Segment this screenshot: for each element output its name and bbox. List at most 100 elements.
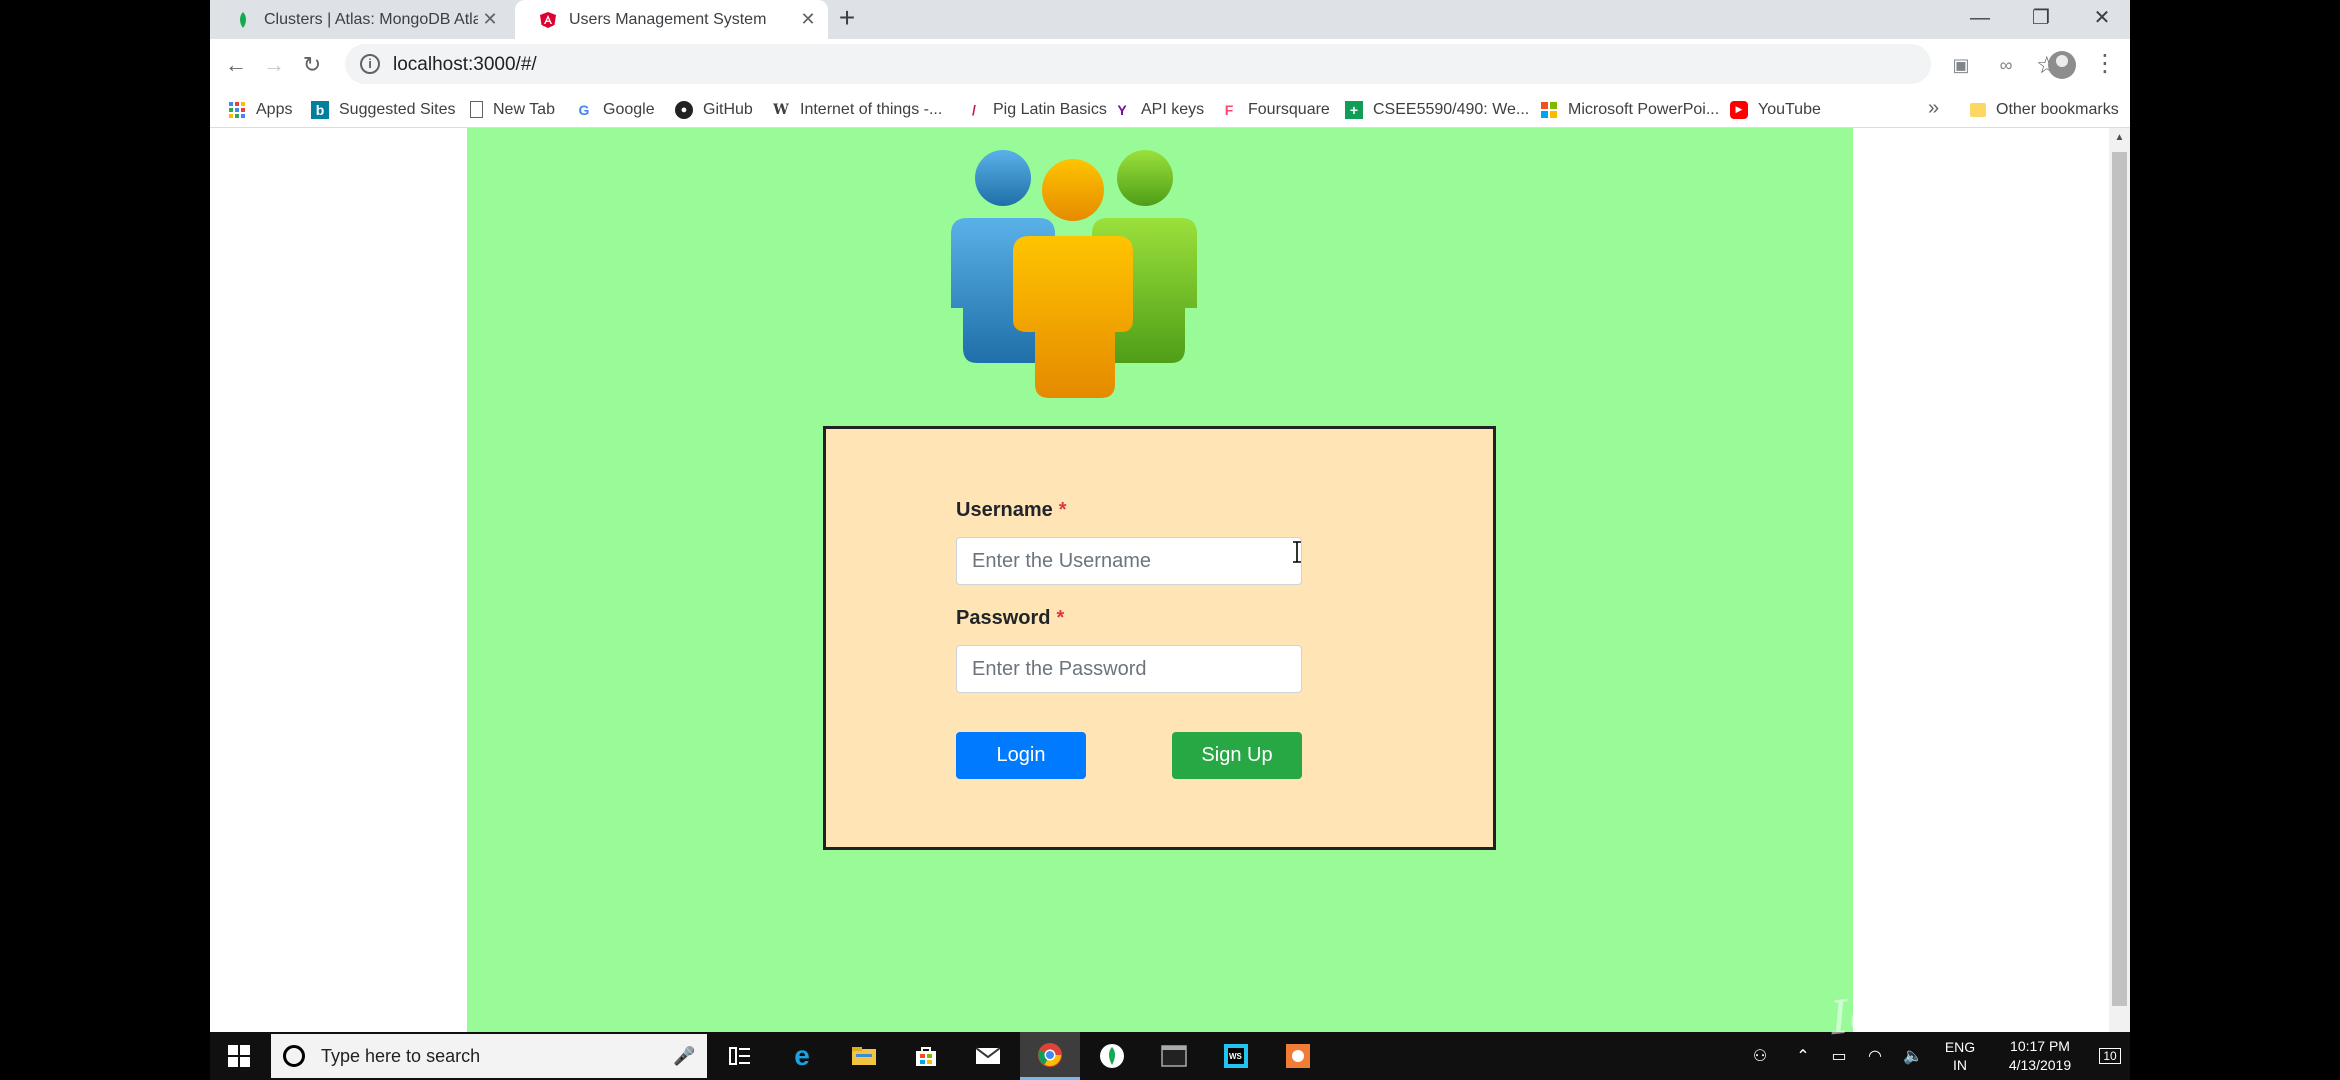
- bookmarks-bar: Apps b Suggested Sites New Tab G Google …: [210, 91, 2130, 128]
- mongodb-leaf-icon: [240, 11, 246, 28]
- bookmark-label: Foursquare: [1248, 100, 1330, 118]
- required-asterisk: *: [1056, 607, 1065, 629]
- signup-button[interactable]: Sign Up: [1172, 732, 1302, 779]
- bookmark-label: Internet of things -...: [800, 100, 943, 118]
- terminal-icon[interactable]: [1144, 1032, 1204, 1080]
- github-icon: ●: [675, 100, 693, 119]
- bookmark-new-tab[interactable]: New Tab: [470, 91, 555, 128]
- close-tab-icon[interactable]: ✕: [796, 9, 820, 30]
- url-text[interactable]: localhost:3000/#/: [393, 54, 537, 76]
- page-icon: [470, 101, 483, 118]
- bookmark-label: API keys: [1141, 100, 1205, 118]
- bookmark-other[interactable]: Other bookmarks: [1970, 91, 2119, 128]
- foursquare-icon: F: [1224, 101, 1234, 118]
- bookmark-google[interactable]: G Google: [575, 91, 655, 128]
- minimize-icon[interactable]: —: [1952, 0, 2008, 39]
- scroll-thumb[interactable]: [2112, 152, 2127, 1006]
- volume-icon[interactable]: 🔈: [1894, 1032, 1932, 1080]
- new-tab-icon[interactable]: +: [832, 4, 862, 34]
- chrome-icon[interactable]: [1020, 1032, 1080, 1080]
- clock-time: 10:17 PM: [2010, 1038, 2070, 1054]
- bookmark-label: YouTube: [1758, 100, 1821, 118]
- bookmark-foursquare[interactable]: F Foursquare: [1220, 91, 1330, 128]
- tab-users-management[interactable]: Users Management System ✕: [515, 0, 828, 39]
- reload-icon[interactable]: ↻: [297, 51, 327, 81]
- username-label: Username *: [956, 499, 1067, 522]
- screen-recorder-icon[interactable]: [1268, 1032, 1328, 1080]
- microphone-icon[interactable]: 🎤: [673, 1046, 695, 1067]
- microsoft-icon: [1541, 101, 1557, 118]
- bookmark-powerpoint[interactable]: Microsoft PowerPoi...: [1540, 91, 1719, 128]
- bookmark-apps[interactable]: Apps: [228, 91, 292, 128]
- bookmarks-overflow-icon[interactable]: »: [1928, 97, 1939, 120]
- angular-icon: [540, 11, 556, 28]
- search-placeholder[interactable]: Type here to search: [321, 1046, 673, 1067]
- store-icon[interactable]: [896, 1032, 956, 1080]
- required-asterisk: *: [1058, 499, 1067, 521]
- bookmark-label: New Tab: [493, 100, 555, 118]
- app-container: Username* Password* Login Sign Up: [467, 128, 1853, 1032]
- language-code: ENG: [1944, 1039, 1976, 1055]
- bookmark-label: Other bookmarks: [1996, 100, 2119, 118]
- menu-dots-icon[interactable]: ⋮: [2093, 49, 2117, 78]
- clock[interactable]: 10:17 PM 4/13/2019: [1990, 1032, 2090, 1080]
- bookmark-pig-latin[interactable]: / Pig Latin Basics: [965, 91, 1107, 128]
- bookmark-suggested-sites[interactable]: b Suggested Sites: [311, 91, 456, 128]
- clock-date: 4/13/2019: [2008, 1057, 2072, 1073]
- page-viewport: Username* Password* Login Sign Up: [210, 128, 2109, 1032]
- browser-window: Clusters | Atlas: MongoDB Atlas ✕ Users …: [210, 0, 2130, 1032]
- bookmark-label: CSEE5590/490: We...: [1373, 100, 1530, 118]
- username-input[interactable]: [956, 537, 1302, 585]
- tab-title: Clusters | Atlas: MongoDB Atlas: [264, 10, 478, 28]
- bookmark-github[interactable]: ● GitHub: [675, 91, 753, 128]
- folder-icon: [1970, 102, 1986, 117]
- bookmark-label: Suggested Sites: [339, 100, 456, 118]
- people-icon[interactable]: ⚇: [1740, 1032, 1780, 1080]
- bing-icon: b: [311, 100, 329, 119]
- youtube-icon: ▶: [1730, 100, 1748, 119]
- notification-center-icon[interactable]: 10: [2092, 1032, 2128, 1080]
- mail-icon[interactable]: [958, 1032, 1018, 1080]
- edge-icon[interactable]: e: [772, 1032, 832, 1080]
- bookmark-csee[interactable]: + CSEE5590/490: We...: [1345, 91, 1529, 128]
- password-label-text: Password: [956, 607, 1051, 629]
- yahoo-icon: Y: [1117, 101, 1127, 118]
- window-close-icon[interactable]: ✕: [2074, 0, 2130, 39]
- password-input[interactable]: [956, 645, 1302, 693]
- username-label-text: Username: [956, 499, 1053, 521]
- login-button[interactable]: Login: [956, 732, 1086, 779]
- address-bar[interactable]: i localhost:3000/#/ ☆: [345, 44, 2058, 84]
- apps-grid-icon: [229, 101, 245, 118]
- extension-icon[interactable]: ∞: [1992, 51, 2020, 79]
- vertical-scrollbar[interactable]: ▲: [2109, 128, 2130, 1032]
- bookmark-api-keys[interactable]: Y API keys: [1113, 91, 1204, 128]
- close-tab-icon[interactable]: ✕: [478, 9, 502, 30]
- profile-avatar[interactable]: [2048, 51, 2076, 79]
- users-group-logo: [951, 150, 1197, 398]
- file-explorer-icon[interactable]: [834, 1032, 894, 1080]
- password-label: Password *: [956, 607, 1064, 630]
- extension-icon[interactable]: ▣: [1947, 51, 1975, 79]
- cortana-icon: [283, 1045, 305, 1067]
- webstorm-icon[interactable]: WS: [1206, 1032, 1266, 1080]
- info-icon[interactable]: i: [360, 54, 380, 74]
- bookmark-label: Pig Latin Basics: [993, 100, 1107, 118]
- bookmark-label: GitHub: [703, 100, 753, 118]
- task-view-icon[interactable]: [710, 1032, 770, 1080]
- taskbar-search[interactable]: Type here to search 🎤: [271, 1034, 707, 1078]
- feather-icon: /: [972, 101, 976, 118]
- back-arrow-icon[interactable]: ←: [221, 51, 251, 81]
- windows-start-icon[interactable]: [228, 1045, 250, 1067]
- scroll-up-arrow-icon[interactable]: ▲: [2109, 128, 2130, 148]
- bookmark-internet-of-things[interactable]: W Internet of things -...: [772, 91, 942, 128]
- show-hidden-icons-icon[interactable]: ⌃: [1786, 1032, 1820, 1080]
- bookmark-youtube[interactable]: ▶ YouTube: [1730, 91, 1821, 128]
- mongodb-compass-icon[interactable]: [1082, 1032, 1142, 1080]
- google-icon: G: [578, 101, 590, 118]
- language-indicator[interactable]: ENG IN: [1938, 1032, 1982, 1080]
- tab-mongodb-atlas[interactable]: Clusters | Atlas: MongoDB Atlas ✕: [210, 0, 510, 39]
- region-code: IN: [1953, 1057, 1967, 1073]
- maximize-icon[interactable]: ❐: [2013, 0, 2069, 39]
- forward-arrow-icon[interactable]: →: [259, 51, 289, 81]
- svg-text:WS: WS: [1229, 1052, 1243, 1061]
